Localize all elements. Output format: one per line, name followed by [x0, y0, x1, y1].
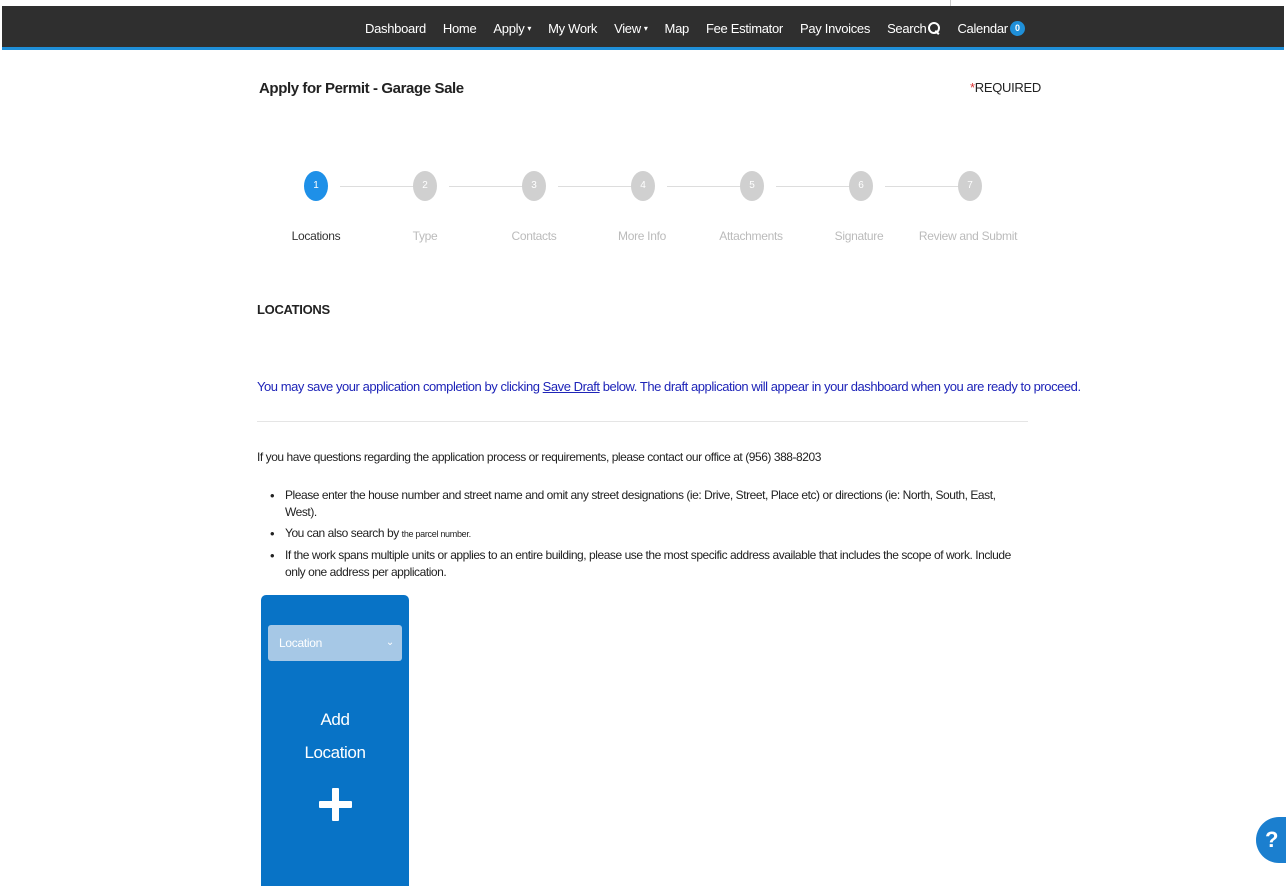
section-heading: LOCATIONS [257, 302, 330, 317]
calendar-count-badge: 0 [1009, 20, 1025, 36]
step-7-circle[interactable]: 7 [958, 171, 982, 201]
step-4-circle[interactable]: 4 [631, 171, 655, 201]
list-item: You can also search by the parcel number… [270, 525, 1030, 543]
nav-pay-invoices[interactable]: Pay Invoices [800, 21, 870, 36]
contact-note: If you have questions regarding the appl… [257, 450, 821, 464]
caret-down-icon: ▾ [527, 23, 532, 33]
list-item: If the work spans multiple units or appl… [270, 547, 1030, 581]
save-draft-link[interactable]: Save Draft [543, 379, 600, 394]
step-label-attachments[interactable]: Attachments [719, 229, 783, 243]
nav-home[interactable]: Home [443, 21, 477, 36]
nav-dashboard[interactable]: Dashboard [365, 21, 426, 36]
nav-menu: Dashboard Home Apply ▾ My Work View ▾ Map … [365, 6, 1042, 50]
plus-icon[interactable] [319, 788, 352, 821]
nav-search[interactable]: Search [887, 21, 941, 36]
bullet-small-text: the parcel number. [401, 529, 471, 539]
bullet-text: You can also search by [285, 526, 402, 540]
step-5-circle[interactable]: 5 [740, 171, 764, 201]
caret-down-icon: ▾ [643, 23, 648, 33]
search-icon [928, 22, 941, 34]
save-draft-note: You may save your application completion… [257, 379, 1081, 394]
step-label-type[interactable]: Type [413, 229, 438, 243]
add-location-line1: Add [320, 710, 350, 729]
nav-fee-estimator[interactable]: Fee Estimator [706, 21, 783, 36]
step-label-contacts[interactable]: Contacts [512, 229, 557, 243]
list-item: Please enter the house number and street… [270, 487, 1030, 521]
draft-note-end: below. The draft application will appear… [599, 379, 1081, 394]
step-label-locations[interactable]: Locations [292, 229, 341, 243]
step-1-circle[interactable]: 1 [304, 171, 328, 201]
add-location-line2: Location [304, 743, 366, 762]
nav-apply[interactable]: Apply ▾ [493, 21, 531, 36]
add-location-title: Add Location [261, 703, 409, 769]
step-2-circle[interactable]: 2 [413, 171, 437, 201]
top-navbar: Dashboard Home Apply ▾ My Work View ▾ Map … [2, 6, 1284, 50]
step-label-more-info[interactable]: More Info [618, 229, 666, 243]
chevron-down-icon: ⌄ [385, 637, 394, 648]
location-select[interactable]: Location ⌄ [268, 625, 402, 661]
progress-stepper: 1 2 3 4 5 6 7 [304, 171, 982, 201]
draft-note-start: You may save your application completion… [257, 379, 543, 394]
add-location-card[interactable]: Location ⌄ Add Location [261, 595, 409, 886]
instructions-list: Please enter the house number and street… [270, 487, 1030, 587]
step-label-review-submit[interactable]: Review and Submit [919, 229, 1018, 243]
help-button[interactable]: ? [1256, 817, 1286, 863]
step-label-signature[interactable]: Signature [835, 229, 884, 243]
required-indicator: *REQUIRED [970, 80, 1041, 95]
nav-map[interactable]: Map [665, 21, 690, 36]
section-divider [257, 421, 1028, 422]
nav-my-work[interactable]: My Work [548, 21, 597, 36]
required-label: REQUIRED [974, 80, 1042, 95]
location-select-value: Location [279, 636, 322, 650]
page-title: Apply for Permit - Garage Sale [259, 80, 464, 97]
nav-calendar[interactable]: Calendar 0 [957, 20, 1025, 36]
step-6-circle[interactable]: 6 [849, 171, 873, 201]
step-3-circle[interactable]: 3 [522, 171, 546, 201]
nav-view[interactable]: View ▾ [614, 21, 648, 36]
